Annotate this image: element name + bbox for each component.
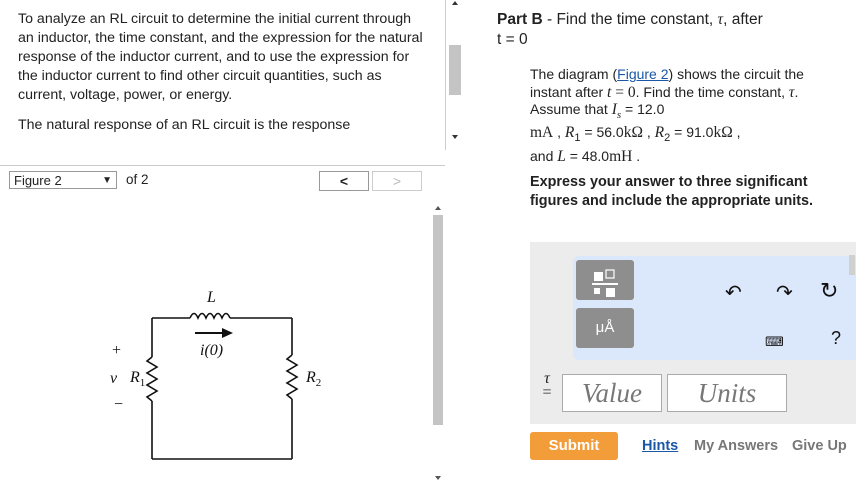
part-title-text: Find the time constant, [556, 11, 718, 28]
r1-symbol [145, 356, 159, 402]
desc-end: . [632, 147, 641, 164]
circuit-figure: L i(0) + v − R1 R2 [110, 289, 321, 460]
submit-button[interactable]: Submit [530, 432, 618, 460]
scroll-thumb[interactable] [449, 45, 461, 95]
my-answers-link[interactable]: My Answers [694, 438, 778, 454]
kohm-unit: kΩ [623, 124, 643, 142]
part-dash: - [542, 11, 557, 28]
is-value: = 12.0 [621, 101, 665, 117]
kohm-unit: kΩ [713, 124, 733, 142]
value-input[interactable]: Value [562, 374, 662, 412]
current-label: i(0) [200, 342, 223, 359]
templates-icon [592, 269, 618, 297]
figure-link[interactable]: Figure 2 [617, 66, 668, 82]
figure-count: of 2 [126, 172, 149, 187]
desc-eq: = [611, 83, 628, 101]
desc-sep: , [732, 124, 741, 141]
r2-value: = 91.0 [670, 124, 714, 141]
next-figure-button[interactable]: > [372, 171, 422, 191]
l-var: L [557, 147, 566, 165]
chevron-right-icon: > [392, 173, 402, 189]
desc-sep: , [643, 124, 655, 141]
figure-select[interactable]: Figure 2 ▼ [9, 171, 117, 189]
r1-subscript: 1 [140, 377, 146, 389]
undo-icon[interactable]: ↶ [725, 280, 742, 305]
desc-zero: 0 [627, 83, 636, 101]
r1-letter: R [129, 369, 140, 386]
intro-paragraph: To analyze an RL circuit to determine th… [18, 11, 423, 103]
intro-scrollbar[interactable] [448, 0, 462, 150]
figure-scrollbar[interactable] [432, 197, 444, 487]
scroll-up-arrow[interactable] [452, 1, 458, 5]
arrow-head-icon [222, 328, 233, 338]
give-up-link[interactable]: Give Up [792, 438, 847, 454]
problem-description: The diagram (Figure 2) shows the circuit… [530, 66, 830, 165]
figure-toolbar: Figure 2 ▼ of 2 < > [0, 165, 445, 196]
equals-sign: = [542, 384, 552, 401]
r2-letter: R [305, 369, 316, 386]
scroll-thumb[interactable] [433, 215, 443, 425]
desc-text: The diagram ( [530, 66, 618, 82]
scroll-thumb[interactable] [849, 255, 855, 275]
scroll-down-arrow[interactable] [452, 135, 458, 139]
hints-link[interactable]: Hints [642, 438, 678, 454]
ma-unit: mA [530, 124, 554, 142]
minus-label: − [114, 396, 123, 413]
r1-value: = 56.0 [580, 124, 624, 141]
r2-subscript: 2 [316, 377, 322, 389]
part-title-line2: t = 0 [497, 31, 528, 48]
r2-symbol [285, 354, 299, 400]
inductor-symbol [189, 312, 231, 320]
r1-label: R1 [129, 369, 145, 389]
intro-text: To analyze an RL circuit to determine th… [18, 10, 423, 146]
chevron-left-icon: < [339, 173, 349, 189]
question-panel: Part B - Find the time constant, τ, afte… [462, 0, 856, 487]
units-input[interactable]: Units [667, 374, 787, 412]
l-value: = 48.0 [565, 147, 610, 164]
answer-variable-label: τ = [540, 371, 554, 401]
keyboard-icon[interactable]: ⌨ [765, 334, 784, 350]
intro-paragraph: The natural response of an RL circuit is… [18, 117, 351, 133]
help-icon[interactable]: ? [831, 328, 841, 349]
voltage-label: v [110, 370, 118, 387]
desc-text: . Find the time constant, [635, 83, 789, 100]
answer-panel: μÅ ↶ ↷ ↻ ⌨ ? τ = Value Units [530, 242, 856, 424]
r2-var: R [654, 124, 665, 142]
answer-instructions: Express your answer to three significant… [530, 174, 814, 209]
figure-select-value: Figure 2 [14, 173, 62, 188]
redo-icon[interactable]: ↷ [776, 280, 793, 305]
inductor-label: L [206, 289, 216, 306]
part-title-suffix: , after [723, 11, 763, 28]
units-icon: μÅ [595, 319, 615, 336]
plus-label: + [112, 342, 121, 359]
desc-sep: , [553, 124, 565, 141]
math-toolbar: μÅ ↶ ↷ ↻ ⌨ ? [573, 256, 856, 360]
chevron-down-icon: ▼ [102, 175, 112, 186]
r2-label: R2 [305, 369, 321, 389]
templates-button[interactable] [576, 260, 634, 300]
scroll-up-arrow[interactable] [435, 206, 441, 210]
prev-figure-button[interactable]: < [319, 171, 369, 191]
part-label: Part B [497, 11, 543, 28]
part-title: Part B - Find the time constant, τ, afte… [497, 10, 837, 50]
scroll-down-arrow[interactable] [435, 476, 441, 480]
page-scrollbar[interactable] [848, 0, 856, 487]
reset-icon[interactable]: ↻ [820, 278, 838, 304]
intro-panel: To analyze an RL circuit to determine th… [0, 0, 446, 150]
desc-text: and [530, 147, 558, 164]
units-button[interactable]: μÅ [576, 308, 634, 348]
mh-unit: mH [609, 147, 633, 165]
r1-var: R [564, 124, 575, 142]
